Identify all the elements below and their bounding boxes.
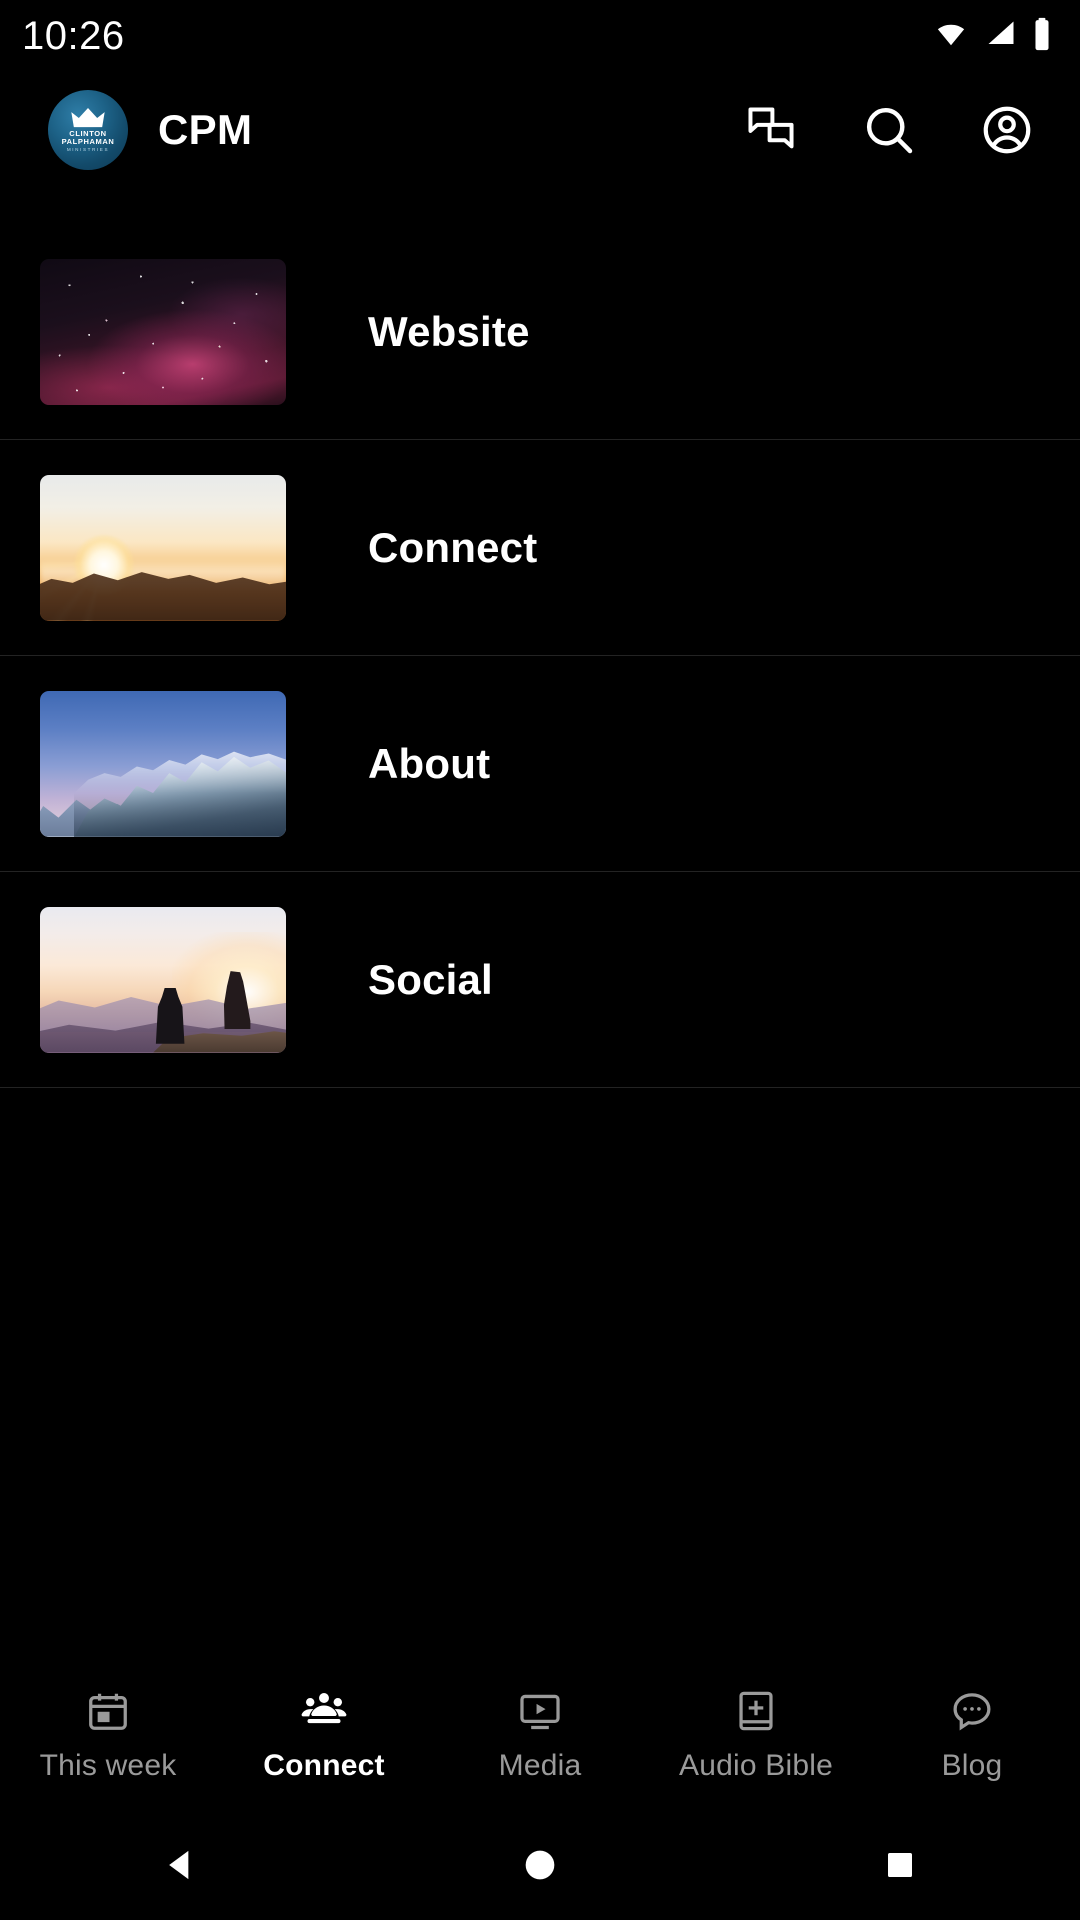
crown-glyph-icon <box>71 107 105 127</box>
list-item-label: Connect <box>368 523 538 571</box>
nav-item-blog[interactable]: Blog <box>864 1687 1080 1783</box>
nav-label: Audio Bible <box>679 1749 833 1782</box>
list-item-label: Social <box>368 955 493 1003</box>
recents-button[interactable] <box>845 1810 955 1920</box>
status-bar-clock: 10:26 <box>22 13 125 58</box>
list-item[interactable]: Website <box>0 224 1080 440</box>
battery-icon <box>1032 17 1052 56</box>
nav-label: This week <box>39 1749 177 1782</box>
church-logo-icon[interactable]: CLINTON PALPHAMAN MINISTRIES <box>48 90 128 170</box>
nav-item-connect[interactable]: Connect <box>216 1687 432 1783</box>
bottom-navigation-bar: This week Connect Media Audio Bible Blog <box>0 1660 1080 1810</box>
status-bar-icons <box>932 17 1052 56</box>
app-screen: 10:26 CLINTON PALPHAMAN MINISTRIES CPM W… <box>0 0 1080 1920</box>
back-button[interactable] <box>125 1810 235 1920</box>
list-item[interactable]: Connect <box>0 440 1080 656</box>
nav-label: Media <box>498 1749 582 1782</box>
nav-label: Connect <box>263 1749 385 1782</box>
video-play-icon <box>517 1687 563 1735</box>
chat-bubble-dots-icon <box>949 1687 995 1735</box>
nav-item-media[interactable]: Media <box>432 1687 648 1783</box>
book-plus-icon <box>733 1687 779 1735</box>
list-item-thumbnail-about <box>40 690 286 837</box>
calendar-icon <box>85 1687 131 1735</box>
app-bar: CLINTON PALPHAMAN MINISTRIES CPM <box>0 72 1080 188</box>
list-item-label: Website <box>368 307 530 355</box>
logo-line-2: PALPHAMAN <box>61 136 115 146</box>
app-bar-actions <box>742 101 1054 159</box>
chat-icon[interactable] <box>742 101 800 159</box>
list-item-label: About <box>368 739 491 787</box>
nav-item-this-week[interactable]: This week <box>0 1687 216 1783</box>
status-bar: 10:26 <box>0 0 1080 72</box>
home-button[interactable] <box>485 1810 595 1920</box>
wifi-icon <box>932 19 970 54</box>
list-item[interactable]: Social <box>0 872 1080 1088</box>
list-item[interactable]: About <box>0 656 1080 872</box>
list-item-thumbnail-connect <box>40 474 286 621</box>
system-navigation-bar <box>0 1810 1080 1920</box>
app-title: CPM <box>158 106 253 153</box>
list-item-thumbnail-website <box>40 258 286 405</box>
search-icon[interactable] <box>860 101 918 159</box>
logo-line-3: MINISTRIES <box>66 146 110 152</box>
cellular-signal-icon <box>984 19 1018 54</box>
list-item-thumbnail-social <box>40 906 286 1053</box>
people-group-icon <box>301 1687 347 1735</box>
account-icon[interactable] <box>978 101 1036 159</box>
menu-list: Website Connect About Social <box>0 224 1080 1088</box>
nav-label: Blog <box>941 1749 1003 1782</box>
nav-item-audio-bible[interactable]: Audio Bible <box>648 1687 864 1783</box>
